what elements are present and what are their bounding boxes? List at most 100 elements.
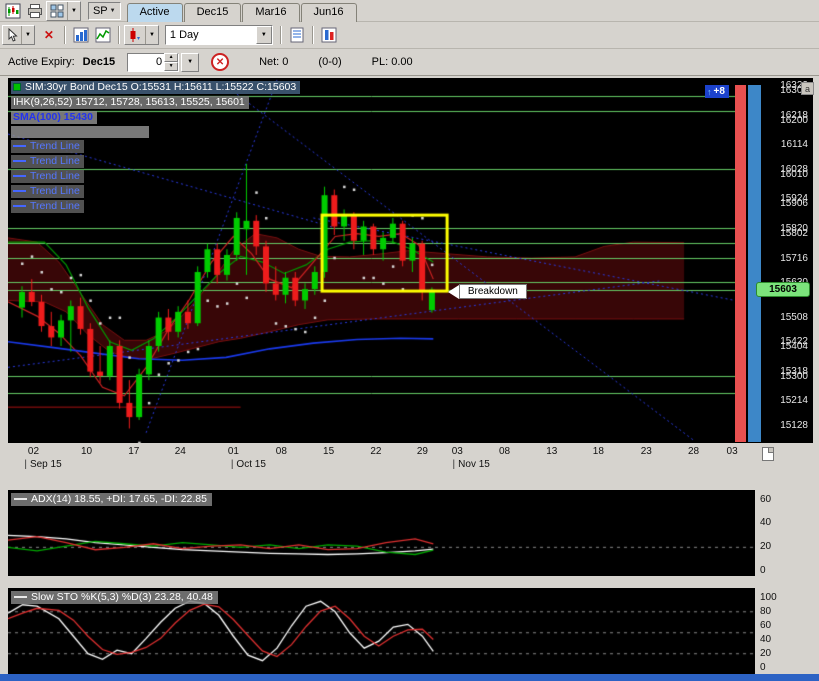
cursor-tool-button[interactable]: ▼: [2, 25, 35, 45]
x-axis-tick: 01: [228, 446, 239, 457]
new-chart-button[interactable]: [2, 1, 24, 21]
expiry-tabs: Active Dec15 Mar16 Jun16: [127, 0, 358, 22]
indicator-button[interactable]: [92, 25, 114, 45]
price-axis-label: 16010: [780, 169, 808, 180]
legend-trendline-row[interactable]: Trend Line: [11, 200, 84, 213]
chevron-down-icon[interactable]: ▼: [145, 26, 158, 44]
quantity-preset-dropdown[interactable]: ▼: [181, 53, 199, 72]
price-axis-label: 15128: [780, 420, 808, 431]
legend-symbol-row[interactable]: SIM:30yr Bond Dec15 O:15531 H:15611 L:15…: [11, 81, 300, 94]
stochastic-legend[interactable]: Slow STO %K(5,3) %D(3) 23.28, 40.48: [11, 591, 218, 604]
toolbar-main: ▼ SP ▼ Active Dec15 Mar16 Jun16: [0, 0, 819, 22]
legend-symbol-text: SIM:30yr Bond Dec15 O:15531 H:15611 L:15…: [25, 81, 296, 93]
tab-dec15[interactable]: Dec15: [184, 3, 242, 22]
spin-up-icon[interactable]: ▲: [164, 53, 178, 62]
pl-value: PL: 0.00: [372, 56, 413, 68]
quantity-input[interactable]: 0 ▲ ▼: [127, 53, 179, 72]
fills-count-value: (0-0): [318, 56, 341, 68]
order-status-bar: Active Expiry: Dec15 0 ▲ ▼ ▼ ✕ Net: 0 (0…: [0, 49, 819, 76]
candle-style-button[interactable]: ▼: [124, 25, 159, 45]
x-axis-tick: 24: [175, 446, 186, 457]
layout-button[interactable]: ▼: [46, 1, 81, 21]
grid-layout-icon: [50, 4, 64, 18]
main-chart-panel: 1632216304162181620016114160281601015924…: [8, 78, 813, 443]
indicator-scale-label: 0: [760, 662, 766, 673]
trendline-swatch: [13, 160, 26, 162]
tab-mar16[interactable]: Mar16: [242, 3, 299, 22]
chart-type-button[interactable]: [70, 25, 92, 45]
quantity-value: 0: [128, 56, 164, 68]
spin-down-icon[interactable]: ▼: [164, 62, 178, 71]
period-select[interactable]: 1 Day ▼: [165, 25, 273, 45]
indicator-scale-label: 80: [760, 606, 771, 617]
price-axis-label: 16114: [781, 139, 808, 150]
net-change-value: +8: [714, 86, 725, 97]
tab-label: Dec15: [197, 6, 229, 18]
stochastic-panel: Slow STO %K(5,3) %D(3) 23.28, 40.48: [8, 588, 755, 674]
legend-trendline-row[interactable]: Trend Line: [11, 155, 84, 168]
bar-chart-icon: [73, 27, 89, 43]
legend-selected-row[interactable]: [11, 126, 149, 138]
adx-scale: 6040200: [758, 490, 798, 576]
volume-bar-blue: [748, 85, 761, 442]
x-axis-tick: 03: [452, 446, 463, 457]
chevron-down-icon[interactable]: ▼: [21, 26, 34, 44]
price-axis-label: 15214: [780, 395, 808, 406]
symbol-selector[interactable]: SP ▼: [88, 2, 121, 20]
printer-icon: [27, 3, 43, 19]
active-expiry-label: Active Expiry:: [8, 56, 75, 68]
close-icon: ✕: [44, 28, 54, 42]
x-axis-tick: 03: [727, 446, 738, 457]
chevron-down-icon[interactable]: ▼: [67, 2, 80, 20]
net-position-value: Net: 0: [259, 56, 288, 68]
legend-sma-text: SMA(100) 15430: [13, 111, 93, 123]
indicator-scale-label: 40: [760, 634, 771, 645]
x-axis-tick: 10: [81, 446, 92, 457]
x-axis-tick: 15: [323, 446, 334, 457]
depth-button[interactable]: [318, 25, 340, 45]
print-button[interactable]: [24, 1, 46, 21]
legend-sma-row[interactable]: SMA(100) 15430: [11, 111, 97, 124]
tab-jun16[interactable]: Jun16: [301, 3, 357, 22]
price-axis-label: 16200: [780, 115, 808, 126]
price-axis[interactable]: 1632216304162181620016114160281601015924…: [761, 78, 811, 443]
x-axis-month-label: |Sep 15: [24, 459, 61, 470]
volume-bar-red: [735, 85, 746, 442]
notes-icon: [290, 27, 304, 43]
trendline-label: Trend Line: [30, 170, 80, 182]
x-axis-tick: 22: [370, 446, 381, 457]
price-axis-label: 15508: [780, 312, 808, 323]
breakdown-annotation: Breakdown: [448, 284, 527, 299]
trendline-swatch: [13, 145, 26, 147]
x-axis-tick: 17: [128, 446, 139, 457]
indicator-scale-label: 60: [760, 620, 771, 631]
legend-ichimoku-row[interactable]: IHK(9,26,52) 15712, 15728, 15613, 15525,…: [11, 96, 249, 109]
x-axis-tick: 13: [546, 446, 557, 457]
cancel-all-button[interactable]: ✕: [211, 53, 229, 71]
price-axis-label: 15716: [780, 253, 808, 264]
adx-legend[interactable]: ADX(14) 18.55, +DI: 17.65, -DI: 22.85: [11, 493, 212, 506]
tab-active[interactable]: Active: [127, 3, 183, 22]
chart-x-axis[interactable]: 02101724010815222903081318232803 |Sep 15…: [8, 446, 758, 474]
toolbar-separator: [280, 26, 282, 44]
trading-app-window: ▼ SP ▼ Active Dec15 Mar16 Jun16 ▼ ✕ ▼: [0, 0, 819, 681]
legend-trendline-row[interactable]: Trend Line: [11, 170, 84, 183]
x-axis-tick: 29: [417, 446, 428, 457]
indicator-scale-label: 100: [760, 592, 777, 603]
chevron-down-icon[interactable]: ▼: [256, 26, 272, 44]
cursor-icon: [6, 28, 18, 42]
indicator-scale-label: 20: [760, 648, 771, 659]
candle-icon: [128, 27, 142, 43]
chevron-down-icon: ▼: [110, 8, 116, 14]
delete-button[interactable]: ✕: [38, 25, 60, 45]
axis-settings-button[interactable]: a: [801, 82, 814, 95]
legend-trendline-row[interactable]: Trend Line: [11, 185, 84, 198]
legend-ichimoku-text: IHK(9,26,52) 15712, 15728, 15613, 15525,…: [13, 96, 245, 108]
toolbar-separator: [118, 26, 120, 44]
legend-trendline-row[interactable]: Trend Line: [11, 140, 84, 153]
page-corner-icon[interactable]: [762, 447, 774, 461]
indicator-scale-label: 60: [760, 494, 771, 505]
adx-swatch: [14, 498, 27, 500]
x-axis-month-label: |Oct 15: [231, 459, 266, 470]
notes-button[interactable]: [286, 25, 308, 45]
